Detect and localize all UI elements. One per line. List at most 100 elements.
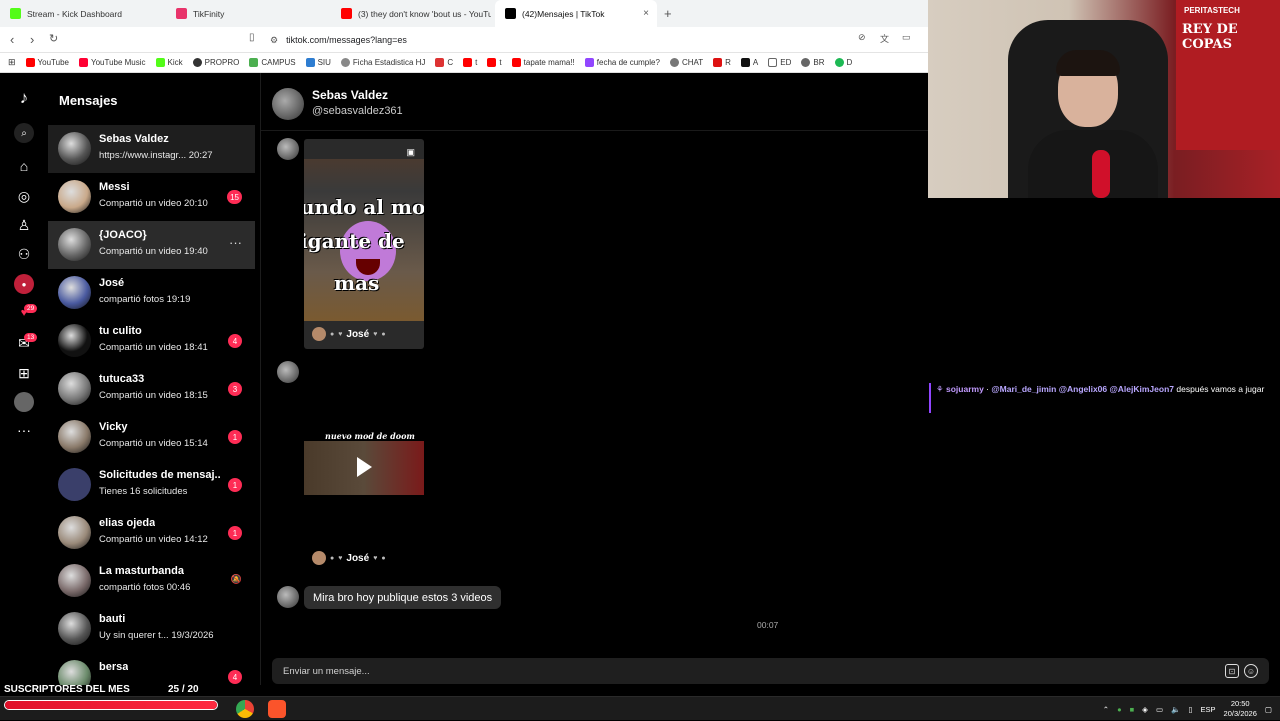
bookmark-item[interactable]: Kick — [155, 58, 183, 67]
back-icon[interactable]: ‹ — [10, 32, 14, 47]
shared-video-card[interactable] — [304, 441, 424, 495]
tab-tiktok-messages[interactable]: (42)Mensajes | TikTok × — [495, 0, 657, 27]
activity-icon[interactable]: ♥ — [14, 303, 34, 323]
reload-icon[interactable]: ↻ — [49, 32, 58, 45]
bookmark-item[interactable]: t — [487, 58, 502, 67]
message-input[interactable] — [283, 662, 1183, 680]
reader-icon[interactable]: ⊘ — [858, 32, 866, 43]
avatar — [58, 420, 91, 453]
conversation-item[interactable]: Vicky Compartió un video 15:14 1 — [48, 413, 255, 461]
following-icon[interactable]: ♙ — [14, 215, 34, 235]
chat-contact-name[interactable]: Sebas Valdez — [312, 88, 388, 102]
bookmark-item[interactable]: fecha de cumple? — [584, 58, 660, 67]
chrome-icon[interactable] — [236, 700, 254, 718]
volume-icon[interactable]: 🔈 — [1171, 705, 1180, 714]
video-thumbnail: undo al mo igante de mas — [304, 159, 424, 321]
chat-icon — [669, 58, 679, 67]
apps-icon[interactable]: ⊞ — [8, 57, 16, 68]
tab-kick-dashboard[interactable]: Stream - Kick Dashboard — [0, 0, 165, 27]
play-icon[interactable] — [357, 457, 372, 477]
more-icon[interactable]: ··· — [14, 420, 34, 440]
avatar — [58, 324, 91, 357]
avatar[interactable] — [277, 138, 299, 160]
bookmark-item[interactable]: Ficha Estadistica HJ — [340, 58, 425, 67]
bookmark-icon[interactable]: ▯ — [249, 32, 255, 43]
heart-icon: ♥ — [338, 330, 343, 338]
bookmark-item[interactable]: YouTube — [25, 58, 69, 67]
tab-tikfinity[interactable]: TikFinity — [166, 0, 331, 27]
avatar[interactable] — [272, 88, 304, 120]
message-bubble[interactable]: Mira bro hoy publique estos 3 videos — [304, 586, 502, 609]
siu-icon — [305, 58, 315, 67]
bookmark-item[interactable]: R — [713, 58, 731, 67]
new-tab-button[interactable]: + — [664, 6, 672, 21]
network-icon[interactable]: ▭ — [1156, 705, 1163, 714]
notification-icon[interactable]: ▢ — [1265, 705, 1272, 714]
tab-label: Stream - Kick Dashboard — [27, 8, 122, 19]
tray-app-icon[interactable]: ● — [1117, 705, 1122, 714]
bookmark-item[interactable]: CAMPUS — [249, 58, 296, 67]
close-icon[interactable]: × — [643, 8, 649, 19]
image-upload-icon[interactable]: ⊡ — [1225, 664, 1239, 678]
conversation-name: tu culito — [99, 325, 142, 337]
badge-icon: ● — [330, 330, 335, 338]
more-options-icon[interactable]: ··· — [229, 235, 242, 250]
avatar[interactable] — [277, 361, 299, 383]
bookmark-item[interactable]: C — [435, 58, 453, 67]
live-icon[interactable]: ● — [14, 274, 34, 294]
search-icon[interactable]: ⌕ — [14, 123, 34, 143]
cast-icon[interactable]: ▭ — [902, 32, 911, 43]
conversation-item[interactable]: José compartió fotos 19:19 — [48, 269, 255, 317]
conversation-item[interactable]: {JOACO} Compartió un video 19:40 ··· — [48, 221, 255, 269]
bookmark-item[interactable]: YouTube Music — [78, 58, 146, 67]
bookmark-item[interactable]: tapate mama!! — [511, 58, 575, 67]
bookmark-item[interactable]: t — [463, 58, 477, 67]
battery-icon[interactable]: ▯ — [1188, 705, 1192, 714]
conversation-item[interactable]: La masturbanda compartió fotos 00:46 🔕 — [48, 557, 255, 605]
avatar — [58, 276, 91, 309]
bookmark-item[interactable]: SIU — [305, 58, 331, 67]
bookmark-item[interactable]: A — [740, 58, 758, 67]
avatar — [58, 468, 91, 501]
conversation-item[interactable]: Solicitudes de mensaj... Tienes 16 solici… — [48, 461, 255, 509]
tray-app-icon[interactable]: ■ — [1130, 705, 1135, 714]
conversation-item[interactable]: Sebas Valdez https://www.instagr... 20:27 — [48, 125, 255, 173]
tray-app-icon[interactable]: ◈ — [1142, 705, 1148, 714]
youtube-icon — [511, 58, 521, 67]
upload-icon[interactable]: ⊞ — [14, 363, 34, 383]
avatar[interactable] — [277, 586, 299, 608]
conversation-name: bersa — [99, 661, 129, 673]
chat-contact-username[interactable]: @sebasvaldez361 — [312, 105, 403, 117]
bookmark-item[interactable]: CHAT — [669, 58, 703, 67]
badge-icon: ● — [381, 554, 386, 562]
forward-icon[interactable]: › — [30, 32, 34, 47]
address-bar[interactable]: ⚙ tiktok.com/messages?lang=es — [270, 31, 870, 49]
language-indicator[interactable]: ESP — [1201, 705, 1216, 714]
conversation-item[interactable]: tutuca33 Compartió un video 18:15 3 — [48, 365, 255, 413]
clock[interactable]: 20:50 20/3/2026 — [1224, 699, 1257, 719]
bookmark-item[interactable]: ED — [768, 58, 791, 67]
conversation-item[interactable]: Messi Compartió un video 20:10 15 — [48, 173, 255, 221]
tab-label: (3) they don't know 'bout us - YouTube — [358, 8, 491, 19]
site-info-icon[interactable]: ⚙ — [270, 35, 278, 46]
brave-icon[interactable] — [268, 700, 286, 718]
badge-icon: ● — [381, 330, 386, 338]
friends-icon[interactable]: ⚇ — [14, 244, 34, 264]
tab-youtube[interactable]: (3) they don't know 'bout us - YouTube — [331, 0, 491, 27]
bookmark-item[interactable]: PROPRO — [192, 58, 239, 67]
home-icon[interactable]: ⌂ — [14, 156, 34, 176]
conversation-item[interactable]: tu culito Compartió un video 18:41 4 — [48, 317, 255, 365]
chevron-up-icon[interactable]: ⌃ — [1103, 705, 1109, 714]
profile-avatar[interactable] — [14, 392, 34, 412]
emoji-icon[interactable]: ☺ — [1244, 664, 1258, 678]
bookmark-item[interactable]: BR — [801, 58, 825, 67]
conversation-item[interactable]: bauti Uy sin querer t... 19/3/2026 — [48, 605, 255, 653]
conversation-item[interactable]: bersa 4 — [48, 653, 255, 685]
tiktok-logo-icon[interactable]: ♪ — [14, 88, 34, 108]
translate-icon[interactable]: 文 — [880, 32, 889, 45]
explore-icon[interactable]: ◎ — [14, 186, 34, 206]
inbox-badge: 13 — [24, 333, 38, 342]
shared-video-card[interactable]: ▣ undo al mo igante de mas ● ♥ José ♥ ● — [304, 139, 424, 349]
conversation-item[interactable]: elias ojeda Compartió un video 14:12 1 — [48, 509, 255, 557]
bookmark-item[interactable]: D — [834, 58, 852, 67]
